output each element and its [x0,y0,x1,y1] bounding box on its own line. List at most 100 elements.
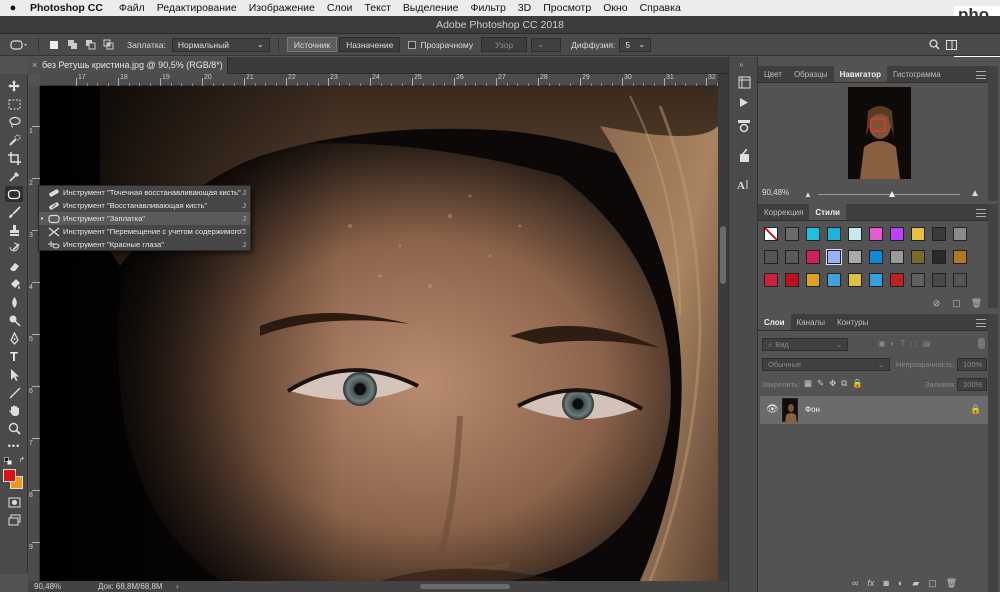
style-swatch[interactable] [911,273,925,287]
zoom-tool-icon[interactable] [5,420,23,436]
source-button[interactable]: Источник [286,37,338,52]
flyout-item-content-aware-move[interactable]: Инструмент "Перемещение с учетом содержи… [39,225,250,238]
gradient-tool-icon[interactable] [5,276,23,292]
style-swatch[interactable] [785,250,799,264]
history-brush-tool-icon[interactable] [5,240,23,256]
style-swatch[interactable] [848,273,862,287]
default-colors-icon[interactable] [4,457,12,465]
filter-toggle[interactable] [978,338,985,349]
style-swatch[interactable] [827,273,841,287]
menu-file[interactable]: Файл [113,2,151,14]
workspace-icon[interactable] [944,37,958,52]
shape-filter-icon[interactable]: ⬚ [910,339,918,348]
tab-histogram[interactable]: Гистограмма [887,66,947,82]
style-swatch[interactable] [890,227,904,241]
eyedropper-tool-icon[interactable] [5,168,23,184]
menu-layers[interactable]: Слои [321,2,359,14]
tool-preset-picker[interactable] [8,37,30,52]
style-swatch[interactable] [932,227,946,241]
zoom-out-icon[interactable]: ▲ [804,190,812,199]
path-selection-tool-icon[interactable] [5,366,23,382]
zoom-slider-thumb[interactable] [889,191,895,197]
style-swatch[interactable] [869,227,883,241]
pattern-picker[interactable]: ⌄ [531,37,562,52]
character-panel-icon[interactable]: A [735,175,753,193]
style-swatch[interactable] [890,273,904,287]
fx-icon[interactable]: fx [867,578,874,589]
brush-presets-icon[interactable] [735,147,753,165]
lock-artboard-icon[interactable]: ⧉ [841,378,847,389]
flyout-item-patch[interactable]: • Инструмент "Заплатка" J [39,212,250,225]
style-swatch[interactable] [764,227,778,241]
quick-mask-icon[interactable] [5,494,23,510]
new-group-icon[interactable]: ▰ [912,578,919,589]
lasso-tool-icon[interactable] [5,114,23,130]
new-layer-icon[interactable]: ▢ [928,578,937,589]
menu-3d[interactable]: 3D [512,2,537,14]
crop-tool-icon[interactable] [5,150,23,166]
layer-filter-select[interactable]: ⌕ Вид ⌄ [762,338,848,351]
properties-panel-icon[interactable] [735,117,753,135]
tab-channels[interactable]: Каналы [791,314,831,330]
tab-layers[interactable]: Слои [758,314,791,330]
style-swatch[interactable] [826,249,842,265]
no-style-icon[interactable]: ⊘ [931,298,942,308]
style-swatch[interactable] [869,250,883,264]
new-selection-button[interactable] [47,37,61,52]
adjustment-layer-icon[interactable]: ◐ [898,578,903,589]
styles-scrollbar[interactable] [988,204,998,308]
style-swatch[interactable] [890,250,904,264]
layer-name[interactable]: Фон [805,405,820,414]
navigator-zoom-value[interactable]: 90,48% [762,188,789,197]
new-style-icon[interactable]: ▢ [951,298,962,308]
add-selection-button[interactable] [65,37,79,52]
menu-window[interactable]: Окно [597,2,633,14]
visibility-eye-icon[interactable]: 👁 [766,404,779,415]
tab-navigator[interactable]: Навигатор [833,66,887,82]
intersect-selection-button[interactable] [101,37,115,52]
menu-filter[interactable]: Фильтр [465,2,512,14]
navigator-thumbnail[interactable] [848,87,911,179]
style-swatch[interactable] [911,227,925,241]
horizontal-scroll-thumb[interactable] [420,584,510,589]
line-tool-icon[interactable] [5,384,23,400]
style-swatch[interactable] [806,227,820,241]
adjustment-filter-icon[interactable]: ◐ [891,339,896,348]
transparent-checkbox[interactable]: Прозрачному [408,40,473,50]
tab-paths[interactable]: Контуры [831,314,874,330]
style-swatch[interactable] [785,227,799,241]
tab-adjustments[interactable]: Коррекция [758,204,809,220]
style-swatch[interactable] [953,227,967,241]
quick-selection-tool-icon[interactable] [5,132,23,148]
style-swatch[interactable] [806,250,820,264]
foreground-color-swatch[interactable] [3,469,16,482]
menu-image[interactable]: Изображение [243,2,321,14]
pattern-button[interactable]: Узор [481,37,528,52]
screen-mode-icon[interactable] [5,512,23,528]
document-canvas[interactable] [40,86,718,581]
vertical-scrollbar[interactable] [718,74,728,581]
lock-all-icon[interactable]: 🔒 [852,378,863,389]
menu-view[interactable]: Просмотр [537,2,597,14]
swap-colors-icon[interactable]: ↱ [19,456,27,464]
zoom-level[interactable]: 90,48% [34,581,61,592]
zoom-in-icon[interactable]: ▲ [970,188,980,199]
layer-row[interactable]: 👁 Фон 🔒 [760,396,988,424]
style-swatch[interactable] [827,227,841,241]
type-filter-icon[interactable]: T [900,339,905,348]
tab-styles[interactable]: Стили [809,204,846,220]
patch-mode-select[interactable]: Нормальный ⌄ [171,37,270,52]
chevron-right-icon[interactable]: › [176,581,179,592]
style-swatch[interactable] [953,273,967,287]
blur-tool-icon[interactable] [5,294,23,310]
menu-select[interactable]: Выделение [397,2,465,14]
flyout-item-red-eye[interactable]: Инструмент "Красные глаза" J [39,238,250,251]
close-icon[interactable]: × [32,57,37,74]
subtract-selection-button[interactable] [83,37,97,52]
marquee-tool-icon[interactable] [5,96,23,112]
tab-swatches[interactable]: Образцы [788,66,834,82]
vertical-scroll-thumb[interactable] [720,226,726,284]
flyout-item-spot-healing[interactable]: Инструмент "Точечная восстанавливающая к… [39,186,250,199]
apple-icon[interactable]: ● [8,2,18,14]
lock-position-icon[interactable]: ✥ [829,378,836,389]
